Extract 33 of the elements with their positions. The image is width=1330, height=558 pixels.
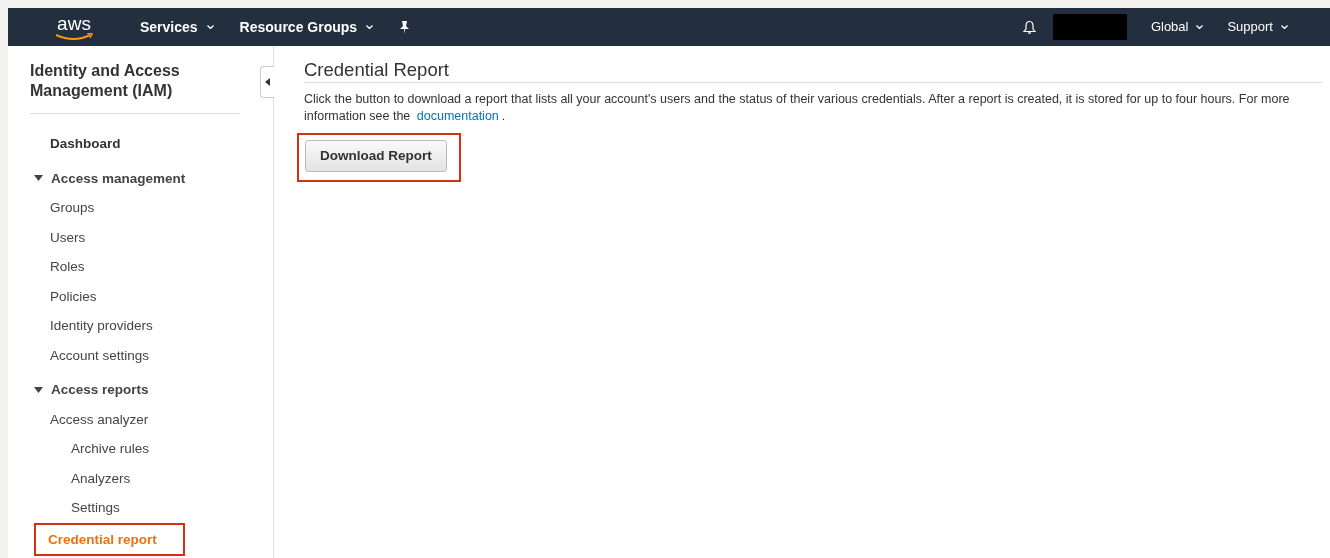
sidebar-item[interactable]: Analyzers bbox=[71, 463, 240, 493]
sidebar-item[interactable]: Roles bbox=[50, 252, 240, 282]
chevron-down-icon bbox=[1281, 25, 1288, 29]
nav-menu[interactable]: Resource Groups bbox=[239, 16, 374, 38]
caret-down-icon[interactable] bbox=[34, 386, 43, 393]
nav-menu[interactable]: Services bbox=[140, 16, 214, 38]
sidebar-item[interactable]: Account settings bbox=[50, 340, 240, 370]
caret-down-icon[interactable] bbox=[34, 175, 43, 182]
sidebar-item[interactable]: Policies bbox=[50, 281, 240, 311]
chevron-down-icon bbox=[1196, 25, 1204, 29]
chevron-down-icon bbox=[206, 25, 214, 29]
caret-left-icon bbox=[265, 78, 270, 86]
aws-logo[interactable]: aws bbox=[54, 13, 94, 41]
nav-menu[interactable]: Global bbox=[1150, 17, 1204, 37]
sidebar-item[interactable]: Settings bbox=[71, 493, 240, 523]
nav-menu[interactable]: Support bbox=[1227, 17, 1288, 37]
documentation-link[interactable]: documentation bbox=[416, 109, 499, 124]
bell-icon[interactable] bbox=[1022, 19, 1036, 35]
sidebar-section[interactable]: Access reports bbox=[51, 375, 149, 405]
pin-icon[interactable] bbox=[399, 20, 411, 34]
sidebar-section[interactable]: Access management bbox=[51, 163, 186, 193]
collapse-toggle[interactable] bbox=[260, 66, 274, 98]
sidebar-title: Identity and Access Management (IAM) bbox=[30, 61, 240, 114]
sidebar-item[interactable]: Identity providers bbox=[50, 311, 240, 341]
download-report-button[interactable]: Download Report bbox=[305, 140, 447, 173]
chevron-down-icon bbox=[366, 25, 374, 29]
sidebar-item[interactable]: Access analyzer bbox=[50, 404, 240, 434]
sidebar-item[interactable]: Archive rules bbox=[71, 434, 240, 464]
sidebar-item[interactable]: Dashboard bbox=[50, 129, 240, 159]
sidebar-item[interactable]: Groups bbox=[50, 193, 240, 223]
page-title: Credential Report bbox=[304, 59, 1322, 84]
sidebar-item[interactable]: Users bbox=[50, 222, 240, 252]
description-text: Click the button to download a report that lists all your account's users and the status of their various credentials. After a report is created, it is stored for up to four hours. For more information see the documentation . bbox=[304, 91, 1291, 126]
